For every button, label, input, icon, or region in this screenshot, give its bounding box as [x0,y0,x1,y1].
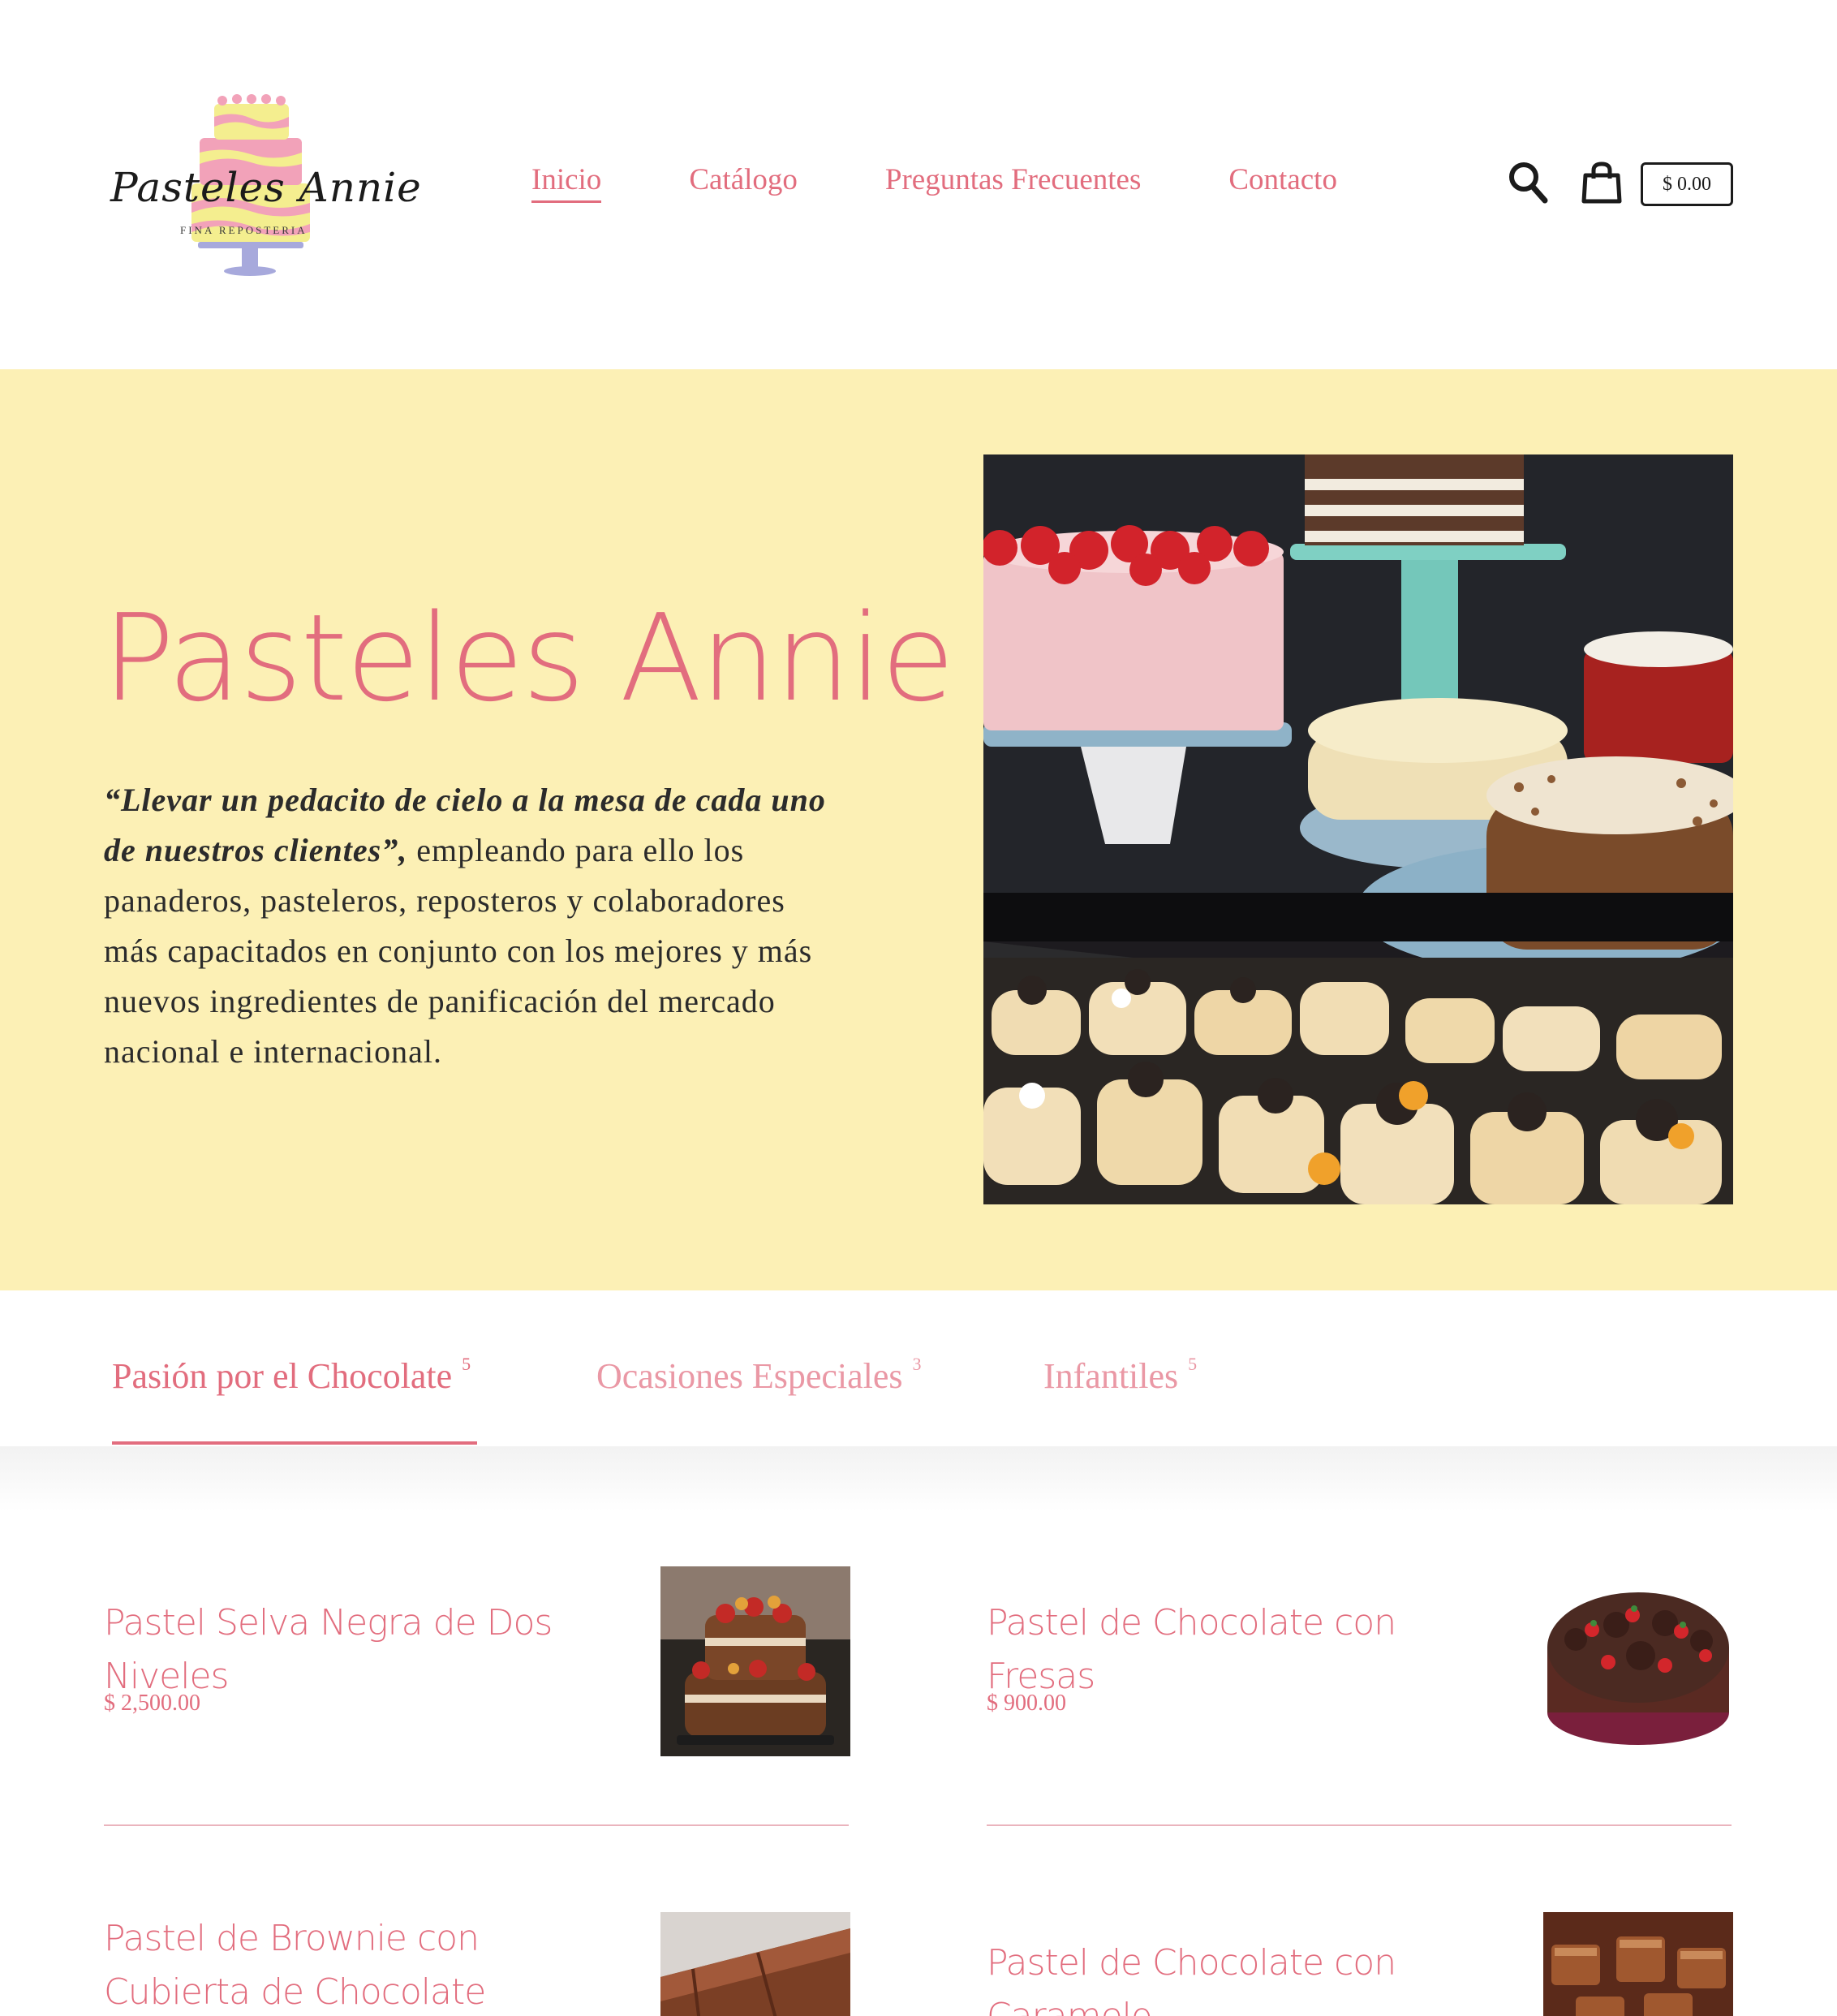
product-title[interactable]: Pastel Selva Negra de Dos Niveles [104,1596,631,1704]
brand-tagline: FINA REPOSTERIA [180,224,308,236]
product-thumbnail[interactable] [1543,1912,1733,2016]
tab-count: 5 [462,1354,471,1374]
site-header: Pasteles Annie FINA REPOSTERIA Inicio Ca… [0,0,1837,369]
hero-section: Pasteles Annie “Llevar un pedacito de ci… [0,369,1837,1290]
cart-total-button[interactable]: $ 0.00 [1641,162,1733,206]
tab-label: Pasión por el Chocolate [112,1356,453,1396]
tab-count: 3 [912,1354,922,1374]
tab-label: Ocasiones Especiales [596,1356,903,1396]
search-icon[interactable] [1508,161,1548,205]
hero-description: “Llevar un pedacito de cielo a la mesa d… [104,775,834,1077]
main-nav: Inicio Catálogo Preguntas Frecuentes Con… [531,162,1337,203]
product-thumbnail[interactable] [660,1566,850,1756]
product-card[interactable]: Pastel de Brownie con Cubierta de Chocol… [104,1912,850,2016]
collection-tabs: Pasión por el Chocolate 5 Ocasiones Espec… [0,1290,1837,1446]
product-card[interactable]: Pastel de Chocolate con Fresas $ 900.00 [987,1566,1733,1826]
product-divider [987,1824,1732,1826]
brand-logo[interactable]: Pasteles Annie FINA REPOSTERIA [104,89,421,276]
tab-count: 5 [1188,1354,1198,1374]
tab-label: Infantiles [1043,1356,1179,1396]
nav-item-preguntas-frecuentes[interactable]: Preguntas Frecuentes [885,162,1141,203]
active-tab-indicator [112,1441,477,1445]
product-thumbnail[interactable] [1543,1566,1733,1756]
tab-infantiles[interactable]: Infantiles 5 [1043,1354,1198,1397]
product-title[interactable]: Pastel de Chocolate con Fresas [987,1596,1514,1704]
hero-cakes-photo [983,454,1733,1204]
product-thumbnail[interactable] [660,1912,850,2016]
nav-item-inicio[interactable]: Inicio [531,162,602,203]
product-price: $ 2,500.00 [104,1691,200,1716]
tab-pasion-por-el-chocolate[interactable]: Pasión por el Chocolate 5 [112,1354,471,1397]
shopping-bag-icon[interactable] [1581,161,1623,205]
nav-item-contacto[interactable]: Contacto [1228,162,1337,203]
brand-name: Pasteles Annie [110,164,422,211]
product-divider [104,1824,849,1826]
nav-item-catalogo[interactable]: Catálogo [689,162,798,203]
hero-title: Pasteles Annie [102,588,955,728]
product-title[interactable]: Pastel de Brownie con Cubierta de Chocol… [104,1912,631,2016]
product-price: $ 900.00 [987,1691,1066,1716]
product-title[interactable]: Pastel de Chocolate con Caramelo [987,1936,1514,2016]
tabs-divider [0,1446,1837,1511]
product-card[interactable]: Pastel de Chocolate con Caramelo [987,1912,1733,2016]
product-card[interactable]: Pastel Selva Negra de Dos Niveles $ 2,50… [104,1566,850,1826]
tab-ocasiones-especiales[interactable]: Ocasiones Especiales 3 [596,1354,922,1397]
